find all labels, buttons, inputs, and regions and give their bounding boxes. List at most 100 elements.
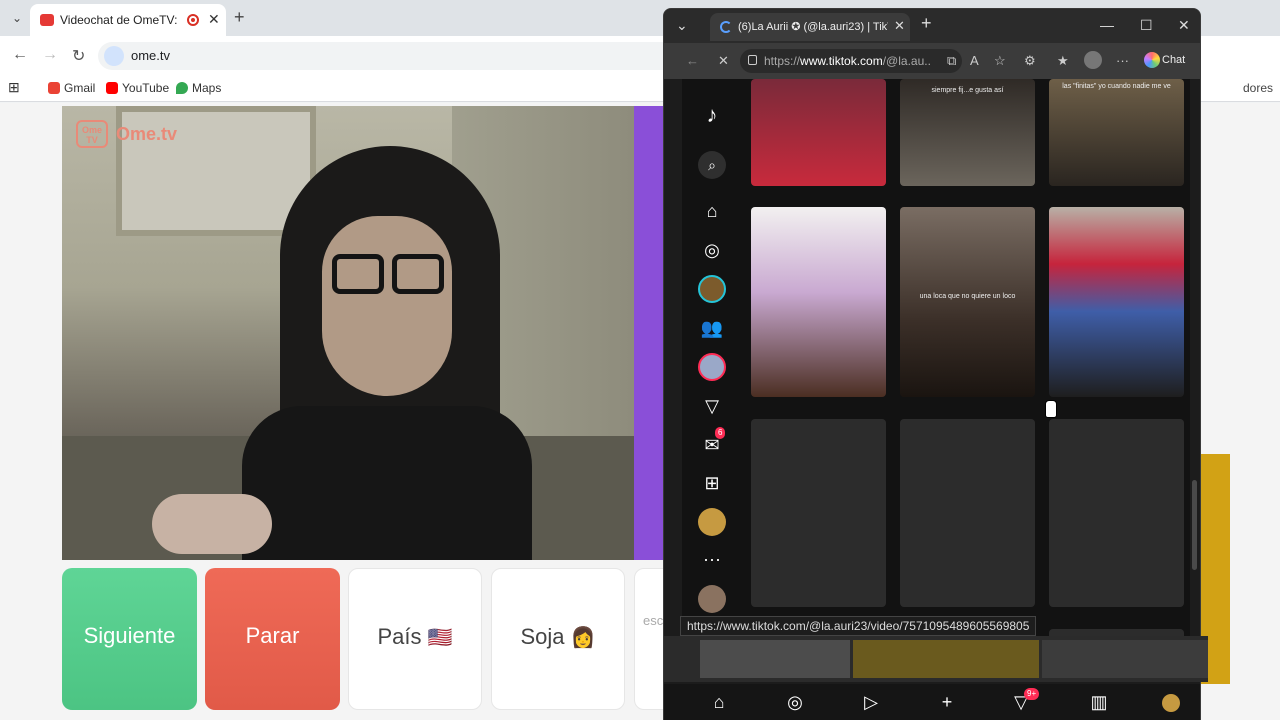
explore-compass-icon[interactable]: ◎ xyxy=(698,236,726,264)
popup-tab[interactable]: (6)La Aurii ✪ (@la.auri23) | TikTok ✕ xyxy=(710,13,910,41)
copilot-chat-button[interactable]: Chat xyxy=(1144,51,1185,73)
site-info-icon[interactable] xyxy=(104,46,124,66)
following-icon[interactable]: 👥 xyxy=(698,314,726,342)
open-in-app-icon[interactable]: ⧉ xyxy=(947,53,956,69)
person-hand xyxy=(152,494,272,554)
video-thumbnail-placeholder[interactable] xyxy=(1049,419,1184,607)
tab-actions-chevron-icon[interactable]: ⌄ xyxy=(676,17,688,34)
close-window-icon[interactable]: ✕ xyxy=(1178,17,1190,34)
stop-loading-icon[interactable]: ✕ xyxy=(718,53,729,69)
stop-button[interactable]: Parar xyxy=(205,568,340,710)
gender-button[interactable]: Soja 👩 xyxy=(491,568,625,710)
profile-avatar[interactable] xyxy=(1084,51,1102,69)
lock-icon xyxy=(748,55,757,65)
strip-thumbnail xyxy=(700,640,850,678)
video-thumbnail[interactable] xyxy=(1049,207,1184,397)
next-button[interactable]: Siguiente xyxy=(62,568,197,710)
apps-grid-icon[interactable]: ⊞ xyxy=(8,79,20,96)
explore-compass-icon[interactable]: ◎ xyxy=(784,692,806,713)
analytics-icon[interactable]: ▥ xyxy=(1088,692,1110,713)
bookmark-maps[interactable]: Maps xyxy=(176,81,221,95)
popup-address-url: https://www.tiktok.com/@la.au... xyxy=(764,54,930,68)
profile-avatar-icon[interactable] xyxy=(1162,694,1180,712)
copilot-chat-label: Chat xyxy=(1162,53,1186,66)
ometv-logo-icon: Ome TV xyxy=(76,120,108,148)
tiktok-sidebar: ♪ ⌕ ⌂ ◎ 👥 ▽ ✉ 6 ⊞ ··· xyxy=(682,79,742,639)
tab-ometv[interactable]: Videochat de OmeTV: una ✕ xyxy=(30,4,226,36)
bookmarks-overflow-label[interactable]: dores xyxy=(1243,81,1273,95)
video-caption: las "finitas" yo cuando nadie me ve xyxy=(1062,83,1171,90)
tab-search-chevron-icon[interactable]: ⌄ xyxy=(6,8,28,28)
inbox-badge: 6 xyxy=(715,427,726,439)
home-icon[interactable]: ⌂ xyxy=(698,197,726,225)
video-thumbnail[interactable]: una loca que no quiere un loco xyxy=(900,207,1035,397)
recording-icon xyxy=(187,14,199,26)
favorite-star-icon[interactable]: ☆ xyxy=(994,53,1006,69)
mouse-cursor-icon xyxy=(1045,400,1057,418)
video-play-icon[interactable]: ▷ xyxy=(860,692,882,713)
tiktok-page: ♪ ⌕ ⌂ ◎ 👥 ▽ ✉ 6 ⊞ ··· siempre fij...e gu… xyxy=(682,79,1190,639)
person-body xyxy=(242,406,532,560)
inbox-icon[interactable]: ✉ 6 xyxy=(698,427,726,459)
new-tab-icon[interactable]: + xyxy=(921,13,932,34)
popup-scrollbar[interactable] xyxy=(1192,480,1197,570)
video-thumbnail[interactable] xyxy=(751,207,886,397)
reload-icon[interactable]: ↻ xyxy=(72,46,85,66)
tiktok-popup-window: ⌄ (6)La Aurii ✪ (@la.auri23) | TikTok ✕ … xyxy=(663,8,1201,720)
chat-input-placeholder: esc xyxy=(643,613,664,628)
create-plus-icon[interactable]: + xyxy=(936,692,958,713)
tab-title: Videochat de OmeTV: una xyxy=(60,13,180,27)
upload-icon[interactable]: ⊞ xyxy=(698,469,726,497)
video-caption: una loca que no quiere un loco xyxy=(919,293,1016,300)
video-thumbnail[interactable]: las "finitas" yo cuando nadie me ve xyxy=(1049,79,1184,186)
strip-thumbnail xyxy=(1042,640,1208,678)
close-tab-icon[interactable]: ✕ xyxy=(208,11,220,28)
video-thumbnail[interactable]: siempre fij...e gusta así xyxy=(900,79,1035,186)
popup-address-bar[interactable]: https://www.tiktok.com/@la.au... xyxy=(740,49,962,73)
us-flag-icon: 🇺🇸 xyxy=(427,627,453,649)
tiktok-bottom-nav: ⌂ ◎ ▷ + ▽ 9+ ▥ xyxy=(664,684,1200,720)
background-video-strip xyxy=(664,636,1208,682)
extensions-icon[interactable]: ⚙ xyxy=(1024,53,1036,69)
friends-avatar-icon[interactable] xyxy=(698,353,726,381)
close-tab-icon[interactable]: ✕ xyxy=(894,18,905,34)
search-icon[interactable]: ⌕ xyxy=(698,151,726,179)
forward-icon[interactable]: → xyxy=(42,46,58,64)
more-menu-icon[interactable]: ··· xyxy=(1116,53,1129,68)
favorites-icon[interactable]: ★ xyxy=(1057,53,1069,69)
messages-send-icon[interactable]: ▽ xyxy=(698,392,726,420)
activity-icon[interactable]: ▽ 9+ xyxy=(1010,688,1040,713)
bookmark-gmail[interactable]: Gmail xyxy=(48,81,95,95)
new-tab-icon[interactable]: + xyxy=(234,7,245,28)
copilot-icon xyxy=(1144,51,1160,68)
video-caption: siempre fij...e gusta así xyxy=(931,87,1004,94)
maximize-icon[interactable]: ☐ xyxy=(1140,17,1153,34)
loading-spinner-icon xyxy=(720,21,732,33)
country-button[interactable]: País 🇺🇸 xyxy=(348,568,482,710)
address-bar[interactable]: ome.tv xyxy=(98,42,678,70)
link-hover-status: https://www.tiktok.com/@la.auri23/video/… xyxy=(680,616,1037,636)
minimize-icon[interactable]: — xyxy=(1100,17,1114,33)
ometv-logo-name: Ome.tv xyxy=(116,124,178,144)
video-thumbnail-placeholder[interactable] xyxy=(900,419,1035,607)
translate-icon[interactable]: A xyxy=(970,53,979,68)
tiktok-logo-icon[interactable]: ♪ xyxy=(698,101,726,129)
glasses-right xyxy=(392,254,444,294)
video-thumbnail-placeholder[interactable] xyxy=(751,419,886,607)
profile-avatar-icon[interactable] xyxy=(698,508,726,536)
stranger-video xyxy=(62,106,634,560)
country-label: País xyxy=(377,624,422,649)
person-emoji-icon: 👩 xyxy=(570,627,596,649)
home-icon[interactable]: ⌂ xyxy=(708,692,730,713)
account-avatar-icon[interactable] xyxy=(698,585,726,613)
more-icon[interactable]: ··· xyxy=(698,545,726,573)
gender-label: Soja xyxy=(520,624,565,649)
address-url: ome.tv xyxy=(131,48,171,63)
bookmark-youtube[interactable]: YouTube xyxy=(106,81,169,95)
ometv-favicon-icon xyxy=(40,14,54,26)
video-thumbnail[interactable] xyxy=(751,79,886,186)
strip-thumbnail xyxy=(853,640,1039,678)
back-icon[interactable]: ← xyxy=(686,53,699,68)
back-icon[interactable]: ← xyxy=(12,46,28,64)
live-avatar-icon[interactable] xyxy=(698,275,726,303)
